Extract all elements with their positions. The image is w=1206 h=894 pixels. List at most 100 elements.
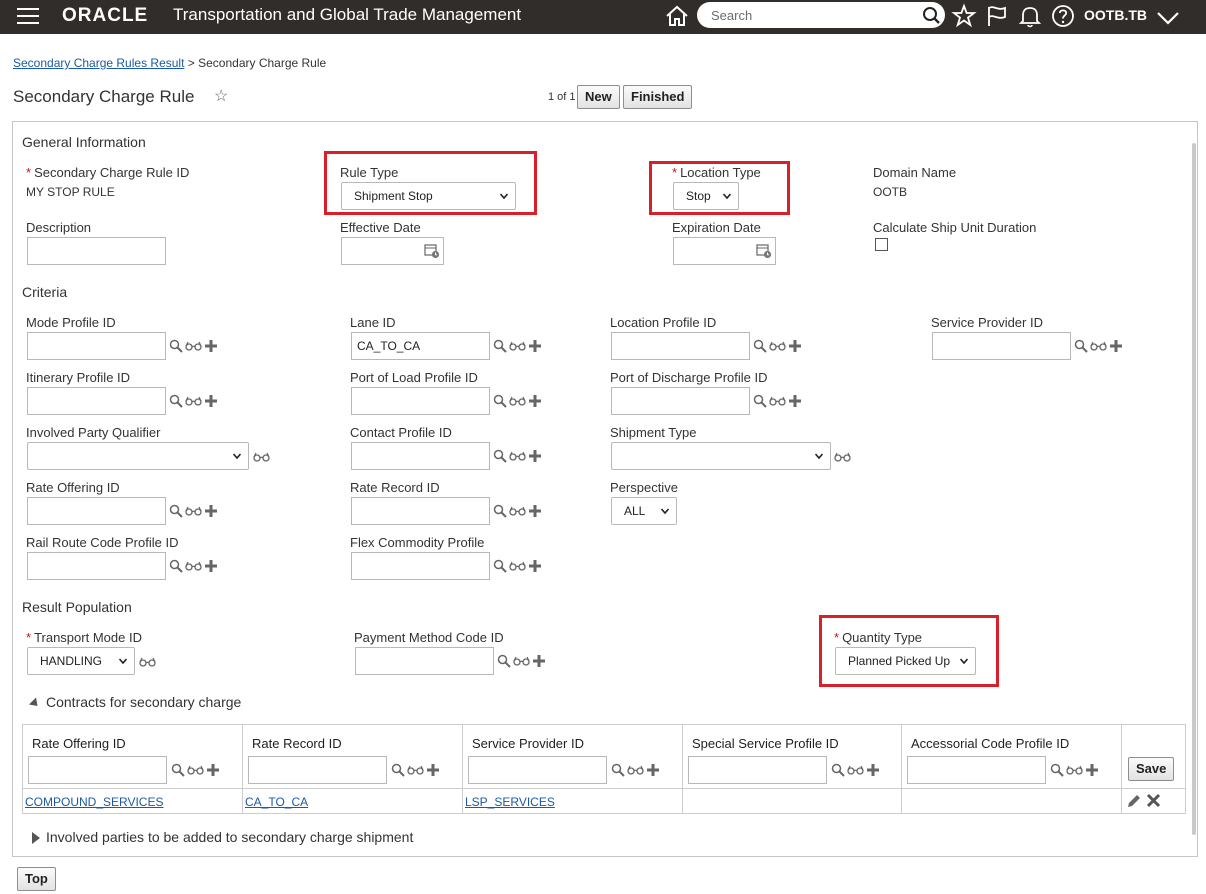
add-icon[interactable] — [646, 763, 660, 777]
favorites-star-icon[interactable] — [951, 3, 977, 29]
view-glasses-icon[interactable] — [769, 396, 786, 406]
user-menu-label[interactable]: OOTB.TB — [1084, 7, 1147, 23]
breadcrumb-parent-link[interactable]: Secondary Charge Rules Result — [13, 56, 184, 70]
search-icon[interactable] — [493, 449, 507, 463]
view-glasses-icon[interactable] — [185, 396, 202, 406]
rate-offering-input[interactable] — [27, 497, 166, 525]
port-of-discharge-profile-input[interactable] — [611, 387, 750, 415]
chevron-down-icon[interactable] — [1155, 5, 1181, 31]
rate-record-input[interactable] — [351, 497, 490, 525]
transport-mode-select[interactable]: HANDLING — [27, 647, 135, 675]
search-icon[interactable] — [611, 763, 625, 777]
rail-route-code-profile-input[interactable] — [27, 552, 166, 580]
add-icon[interactable] — [1085, 763, 1099, 777]
search-icon[interactable] — [169, 504, 183, 518]
contact-profile-input[interactable] — [351, 442, 490, 470]
flag-icon[interactable] — [984, 3, 1010, 29]
save-button[interactable]: Save — [1128, 757, 1175, 781]
rate-record-link[interactable]: CA_TO_CA — [245, 795, 308, 809]
shipment-type-select[interactable] — [611, 442, 831, 470]
perspective-select[interactable]: ALL — [611, 497, 677, 525]
calc-ship-unit-duration-checkbox[interactable] — [875, 238, 888, 251]
view-glasses-icon[interactable] — [185, 341, 202, 351]
add-icon[interactable] — [788, 394, 802, 408]
add-icon[interactable] — [788, 339, 802, 353]
add-icon[interactable] — [204, 504, 218, 518]
add-icon[interactable] — [866, 763, 880, 777]
search-icon[interactable] — [753, 394, 767, 408]
search-icon[interactable] — [493, 394, 507, 408]
search-icon[interactable] — [169, 559, 183, 573]
view-glasses-icon[interactable] — [509, 506, 526, 516]
view-glasses-icon[interactable] — [769, 341, 786, 351]
filter-accessorial-code-profile-input[interactable] — [907, 756, 1046, 784]
add-icon[interactable] — [528, 339, 542, 353]
service-provider-input[interactable] — [932, 332, 1071, 360]
view-glasses-icon[interactable] — [187, 765, 204, 775]
favorite-star-icon[interactable]: ☆ — [214, 86, 228, 106]
search-icon[interactable] — [1050, 763, 1064, 777]
port-of-load-profile-input[interactable] — [351, 387, 490, 415]
filter-special-service-profile-input[interactable] — [688, 756, 827, 784]
view-glasses-icon[interactable] — [509, 451, 526, 461]
section-involved-parties[interactable]: Involved parties to be added to secondar… — [46, 829, 413, 845]
filter-rate-record-input[interactable] — [248, 756, 387, 784]
search-icon[interactable] — [169, 394, 183, 408]
add-icon[interactable] — [1109, 339, 1123, 353]
search-icon[interactable] — [493, 339, 507, 353]
search-icon[interactable] — [171, 763, 185, 777]
view-glasses-icon[interactable] — [407, 765, 424, 775]
view-glasses-icon[interactable] — [185, 561, 202, 571]
add-icon[interactable] — [204, 559, 218, 573]
delete-x-icon[interactable] — [1146, 793, 1161, 808]
notifications-bell-icon[interactable] — [1017, 3, 1043, 29]
view-glasses-icon[interactable] — [627, 765, 644, 775]
add-icon[interactable] — [206, 763, 220, 777]
add-icon[interactable] — [528, 449, 542, 463]
view-glasses-icon[interactable] — [185, 506, 202, 516]
top-button[interactable]: Top — [17, 867, 56, 891]
rule-type-select[interactable]: Shipment Stop — [341, 182, 516, 210]
lane-id-input[interactable] — [351, 332, 490, 360]
search-icon[interactable] — [497, 654, 511, 668]
itinerary-profile-input[interactable] — [27, 387, 166, 415]
add-icon[interactable] — [532, 654, 546, 668]
search-icon[interactable] — [753, 339, 767, 353]
calendar-icon[interactable] — [424, 243, 440, 259]
finished-button[interactable]: Finished — [623, 85, 693, 109]
location-type-select[interactable]: Stop — [673, 182, 739, 210]
section-contracts[interactable]: Contracts for secondary charge — [46, 694, 241, 710]
view-glasses-icon[interactable] — [253, 452, 270, 462]
filter-service-provider-input[interactable] — [468, 756, 607, 784]
add-icon[interactable] — [426, 763, 440, 777]
add-icon[interactable] — [528, 559, 542, 573]
add-icon[interactable] — [528, 504, 542, 518]
search-icon[interactable] — [391, 763, 405, 777]
filter-rate-offering-input[interactable] — [28, 756, 167, 784]
search-input[interactable] — [709, 6, 909, 24]
search-icon[interactable] — [169, 339, 183, 353]
service-provider-link[interactable]: LSP_SERVICES — [465, 795, 555, 809]
view-glasses-icon[interactable] — [509, 341, 526, 351]
new-button[interactable]: New — [577, 85, 620, 109]
search-icon[interactable] — [1074, 339, 1088, 353]
view-glasses-icon[interactable] — [847, 765, 864, 775]
payment-method-code-input[interactable] — [355, 647, 494, 675]
view-glasses-icon[interactable] — [509, 561, 526, 571]
help-icon[interactable] — [1050, 3, 1076, 29]
add-icon[interactable] — [204, 339, 218, 353]
view-glasses-icon[interactable] — [1066, 765, 1083, 775]
location-profile-input[interactable] — [611, 332, 750, 360]
search-icon[interactable] — [831, 763, 845, 777]
hamburger-menu-icon[interactable] — [17, 8, 39, 25]
description-input[interactable] — [27, 237, 166, 265]
view-glasses-icon[interactable] — [513, 656, 530, 666]
view-glasses-icon[interactable] — [834, 452, 851, 462]
edit-pencil-icon[interactable] — [1126, 793, 1142, 809]
home-icon[interactable] — [664, 3, 690, 29]
scrollbar[interactable] — [1192, 143, 1196, 835]
add-icon[interactable] — [528, 394, 542, 408]
search-icon[interactable] — [922, 6, 941, 25]
search-icon[interactable] — [493, 504, 507, 518]
search-icon[interactable] — [493, 559, 507, 573]
